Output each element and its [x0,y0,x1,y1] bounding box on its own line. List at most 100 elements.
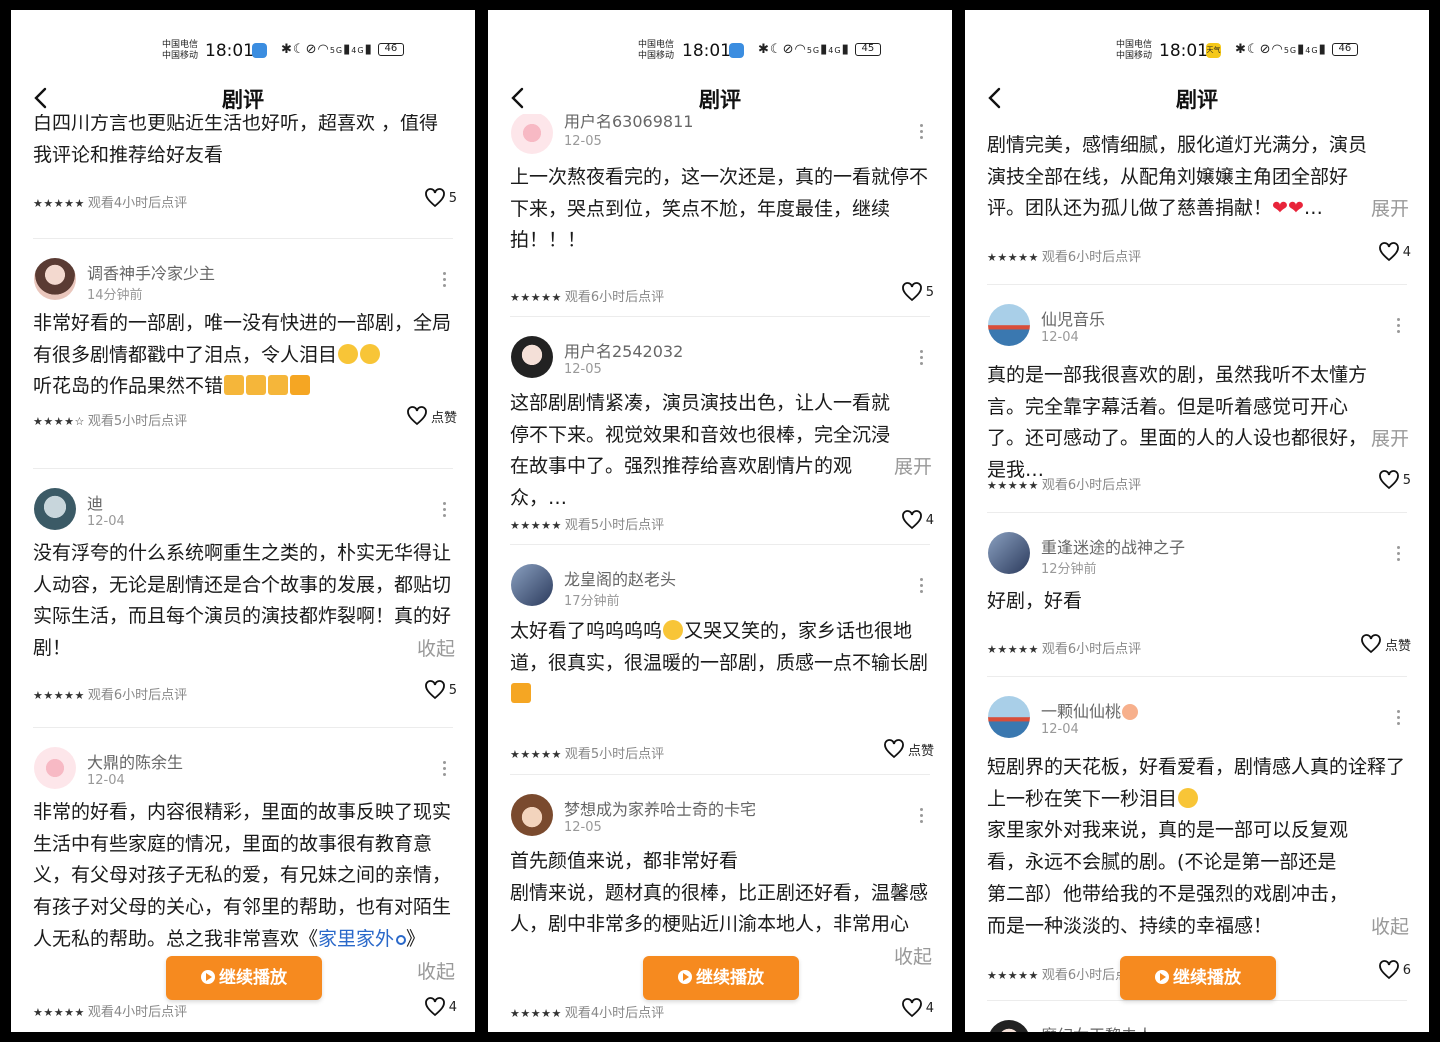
avatar[interactable] [34,258,76,300]
more-options-icon[interactable] [918,806,924,826]
like-button[interactable]: 点赞 [882,737,934,761]
like-button[interactable]: 5 [423,186,457,210]
continue-play-button[interactable]: 继续播放 [643,956,799,1000]
avatar[interactable] [511,114,553,154]
username[interactable]: 梦想成为家养哈士奇的卡宅 [564,796,756,820]
page-title: 剧评 [222,88,264,112]
avatar[interactable] [988,1020,1030,1032]
more-options-icon[interactable] [1395,708,1401,728]
review-item: 迪 12-04 没有浮夸的什么系统啊重生之类的，朴实无华得让人动容，无论是剧情还… [11,468,475,728]
username[interactable]: 调香神手冷家少主 [87,260,215,284]
like-button[interactable]: 5 [1377,468,1411,492]
avatar[interactable] [34,488,76,530]
divider [510,774,930,775]
continue-play-button[interactable]: 继续播放 [1120,956,1276,1000]
signal-bars-icon: ▮ [364,42,373,57]
username[interactable]: 大鼎的陈余生 [87,749,183,773]
collapse-toggle[interactable]: 收起 [417,957,455,984]
like-button[interactable]: 5 [423,678,457,702]
username[interactable]: 用户名63069811 [564,114,693,132]
like-button[interactable]: 5 [900,280,934,304]
status-bar: 中国电信 中国移动 18:01 ✱☾⊘◠5G▮4G▮ 46 [11,38,475,66]
avatar[interactable] [34,747,76,789]
review-text: 非常的好看，内容很精彩，里面的故事反映了现实生活中有些家庭的情况，里面的故事很有… [33,801,452,950]
review-item: 用户名63069811 12-05 上一次熬夜看完的，这一次还是，真的一看就停不… [488,114,952,314]
review-meta: ★★★★★ 观看6小时后点评 [510,290,665,305]
more-options-icon[interactable] [918,576,924,596]
rating-stars: ★★★★★ [510,1007,562,1020]
review-meta: ★★★★★ 观看4小时后点评 [510,1006,665,1021]
more-options-icon[interactable] [1395,316,1401,336]
expand-toggle[interactable]: 展开 [1371,194,1409,221]
review-meta: ★★★★★ 观看6小时后点评 [987,968,1142,983]
search-icon[interactable] [396,934,407,945]
divider [510,316,930,317]
rating-stars: ★★★★★ [987,643,1039,656]
like-button[interactable]: 点赞 [405,404,457,428]
divider [987,512,1407,513]
expand-toggle[interactable]: 展开 [894,452,932,479]
rating-stars: ★★★★★ [33,689,85,702]
avatar[interactable] [511,564,553,606]
username[interactable]: 重逢迷途的战神之子 [1041,534,1185,558]
review-item: 剧情完美，感情细腻，服化道灯光满分，演员演技全部在线，从配角刘嬢嬢主角团全部好评… [965,114,1429,284]
thumbs-emoji [224,375,245,396]
username[interactable]: 一颗仙仙桃 [1041,698,1139,722]
like-button[interactable]: 点赞 [1359,632,1411,656]
review-meta: ★★★★★ 观看4小时后点评 [33,196,188,211]
username[interactable]: 仙児音乐 [1041,306,1105,330]
like-button[interactable]: 4 [900,508,934,532]
like-button[interactable]: 6 [1377,958,1411,982]
avatar[interactable] [511,336,553,378]
username[interactable]: 魔幻女王黎夫人 [1041,1022,1153,1032]
review-feed[interactable]: 白四川方言也更贴近生活也好听，超喜欢 ，值得我评论和推荐给好友看 ★★★★★ 观看… [11,114,475,1032]
review-item: 魔幻女王黎夫人 [965,1000,1429,1032]
status-bar: 中国电信 中国移动 18:01 ✱☾⊘◠5G▮4G▮ 45 [488,38,952,66]
review-feed[interactable]: 剧情完美，感情细腻，服化道灯光满分，演员演技全部在线，从配角刘嬢嬢主角团全部好评… [965,114,1429,1032]
like-button[interactable]: 4 [1377,240,1411,264]
more-options-icon[interactable] [1395,544,1401,564]
weather-icon [252,43,267,58]
review-time: 12-05 [564,820,602,835]
review-text: 真的是一部我很喜欢的剧，虽然我听不太懂方言。完全靠字幕活着。但是听着感觉可开心了… [987,364,1368,482]
review-time: 12分钟前 [1041,562,1097,577]
bluetooth-icon: ✱ [758,42,770,57]
username[interactable]: 迪 [87,490,103,514]
more-options-icon[interactable] [918,348,924,368]
avatar[interactable] [988,304,1030,346]
avatar[interactable] [511,794,553,836]
like-button[interactable]: 4 [900,996,934,1020]
review-text: 这部剧剧情紧凑，演员演技出色，让人一看就停不下来。视觉效果和音效也很棒，完全沉浸… [510,392,891,510]
more-options-icon[interactable] [441,759,447,779]
heart-icon [424,997,445,1017]
collapse-toggle[interactable]: 收起 [417,634,455,661]
drama-link[interactable]: 家里家外 [318,928,394,950]
username[interactable]: 用户名2542032 [564,338,683,362]
screen-3: 中国电信 中国移动 18:01 天气 ✱☾⊘◠5G▮4G▮ 46 剧评 剧情完美… [965,10,1429,1032]
collapse-toggle[interactable]: 收起 [894,942,932,969]
review-feed[interactable]: 用户名63069811 12-05 上一次熬夜看完的，这一次还是，真的一看就停不… [488,114,952,1032]
review-text: 白四川方言也更贴近生活也好听，超喜欢 ，值得我评论和推荐给好友看 [33,114,439,166]
more-options-icon[interactable] [918,122,924,142]
review-text: 太好看了呜呜呜呜 又哭又笑的，家乡话也很地道，很真实，很温暖的一部剧，质感一点不输… [510,616,932,711]
divider [987,284,1407,285]
more-options-icon[interactable] [441,270,447,290]
heart-icon [884,739,904,759]
review-text: 非常好看的一部剧，唯一没有快进的一部剧，全局有很多剧情都戳中了泪点，令人泪目 听… [33,312,452,398]
thumbs-up-emoji [511,683,531,704]
more-options-icon[interactable] [441,500,447,520]
avatar[interactable] [988,696,1030,738]
avatar[interactable] [988,532,1030,574]
rating-stars: ★★★★★ [510,519,562,532]
expand-toggle[interactable]: 展开 [1371,424,1409,451]
username[interactable]: 龙皇阁的赵老头 [564,566,676,590]
rating-stars: ★★★★★ [987,969,1039,982]
wifi-icon: ◠ [794,42,807,57]
collapse-toggle[interactable]: 收起 [1371,912,1409,939]
screen-2: 中国电信 中国移动 18:01 ✱☾⊘◠5G▮4G▮ 45 剧评 用户名6306… [488,10,952,1032]
like-button[interactable]: 4 [423,995,457,1019]
continue-play-button[interactable]: 继续播放 [166,956,322,1000]
review-text: 剧情完美，感情细腻，服化道灯光满分，演员演技全部在线，从配角刘嬢嬢主角团全部好评… [987,134,1368,220]
heart-icon [901,282,922,302]
status-time: 18:01 [1159,41,1208,61]
